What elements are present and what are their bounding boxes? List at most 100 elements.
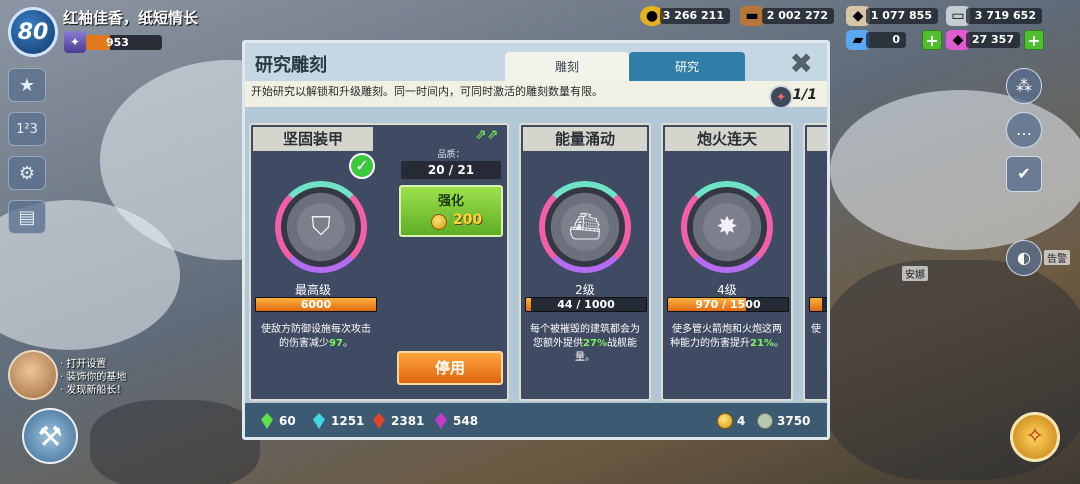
shield-icon: ⛉ [297,203,345,251]
sculpture-description: 每个被摧毁的建筑都会为 您额外提供27%战舰能 量。 [527,323,643,365]
news-button[interactable]: ▤ [8,200,46,234]
map-label: 安娜 [902,266,928,281]
headquarters-button[interactable]: ◐ [1006,240,1042,276]
cyan-crystal-count: 1251 [331,414,365,428]
desc-highlight: 21% [750,338,774,349]
cyan-crystal-icon [313,413,325,429]
advisor-avatar[interactable] [8,350,58,400]
sculpture-card-selected[interactable]: 坚固装甲 ✓ ⛉ 最高级 6000 使敌方防御设施每次攻击 的伤害减少97。 ⇗… [249,123,509,401]
sculpture-name: 炮火连天 [665,127,789,151]
enhance-button[interactable]: 强化 200 [399,185,503,237]
research-sculpture-dialog: 研究雕刻 雕刻 研究 ✖ 开始研究以解锁和升级雕刻。同一时间内，可同时激活的雕刻… [242,40,830,440]
red-crystal-icon [373,413,385,429]
sculpture-card[interactable]: 能量涌动 ⛴ 2级 44 / 1000 每个被摧毁的建筑都会为 您额外提供27%… [519,123,651,401]
star-icon: ★ [18,74,36,96]
tab-sculpture[interactable]: 雕刻 [505,52,629,81]
resource-footer: 60 1251 2381 548 4 3750 [245,403,827,437]
power-stone-count: 3750 [777,414,811,428]
desc-line: 每个被摧毁的建筑都会为 [530,324,640,335]
gold-coin-icon [431,214,447,230]
purple-crystal-icon [435,413,447,429]
sculpture-description: 使多管火箭炮和火炮这两 种能力的伤害提升21%。 [669,323,785,351]
newspaper-icon: ▤ [18,206,36,228]
sculpture-description: 使敌方防御设施每次攻击 的伤害减少97。 [257,323,375,351]
map-label: 告警 [1044,250,1070,265]
progress-text: 970 / 1500 [695,298,761,311]
gold-amount: 3 266 211 [660,8,730,24]
player-name: 红袖佳香，纸短情长 [63,9,199,27]
clipboard-icon: ✔ [1017,164,1031,183]
desc-line: 使多管火箭炮和火炮这两 [672,324,782,335]
battleship-icon: ⛴ [561,203,609,251]
rank-icon[interactable]: ✦ [64,31,86,53]
settings-button[interactable]: ⚙ [8,156,46,190]
trophy-counter: 953 [86,35,162,50]
tip-item: · 装饰你的基地 [60,372,127,383]
disable-button[interactable]: 停用 [397,351,503,385]
tips-list: · 打开设置 · 装饰你的基地 · 发现新船长！ [60,358,126,397]
sculpture-progress [809,297,827,312]
stone-amount: 1 077 855 [866,8,938,24]
helmet-icon: ◐ [1017,248,1031,267]
desc-highlight: 97 [329,338,343,349]
social-button[interactable]: ⁂ [1006,68,1042,104]
ticket-amount: 0 [866,32,906,48]
desc-text: 您额外提供 [533,338,584,349]
ranking-icon: 1²3 [16,121,38,137]
desc-highlight: 27% [583,338,607,349]
sculpture-statue: ✸ [681,181,773,273]
close-icon: ✖ [789,47,813,80]
sculpture-level: 最高级 [294,283,331,297]
desc-text: 种能力的伤害提升 [670,338,751,349]
chat-icon: … [1016,120,1032,139]
leaderboard-button[interactable]: ★ [8,68,46,102]
sculpture-name: 能量涌动 [523,127,647,151]
checkmark-icon: ✓ [349,153,375,179]
desc-text: 战舰能 [606,338,637,349]
ranking-button[interactable]: 1²3 [8,112,46,146]
active-slot-count: 1/1 [792,87,817,103]
desc-line: 您额外提供27%战舰能 [527,337,643,351]
sculpture-card[interactable]: 使 [803,123,827,401]
tip-item: · 发现新船长！ [60,385,127,396]
quality-label: 品质： [437,150,465,160]
map-compass-button[interactable]: ✧ [1010,412,1060,462]
sculpture-level: 2级 [575,283,595,297]
dialog-header: 研究雕刻 雕刻 研究 ✖ [245,43,827,81]
snow-hill [830,90,1080,250]
tip-item: · 打开设置 [60,359,107,370]
desc-line: 使敌方防御设施每次攻击 [261,324,371,335]
gold-coin-count: 4 [737,414,746,428]
desc-text: 的伤害减少 [279,338,330,349]
tab-research[interactable]: 研究 [629,52,745,81]
quality-value: 20 / 21 [401,161,501,179]
diamond-amount: 27 357 [966,32,1020,48]
sculpture-name: 坚固装甲 [253,127,373,151]
sculpture-name [807,127,827,151]
sculpture-card[interactable]: 炮火连天 ✸ 4级 970 / 1500 使多管火箭炮和火炮这两 种能力的伤害提… [661,123,793,401]
upgrade-arrows-icon: ⇗⇗ [475,127,499,143]
compass-icon: ✧ [1025,424,1045,449]
chat-button[interactable]: … [1006,112,1042,148]
enhance-label: 强化 [437,194,464,209]
add-diamonds-button[interactable]: + [1024,30,1044,50]
red-crystal-count: 2381 [391,414,425,428]
desc-line: 种能力的伤害提升21%。 [669,337,785,351]
wood-icon: ▬ [740,6,764,26]
player-level-badge[interactable]: 80 [8,7,58,57]
green-crystal-icon [261,413,273,429]
network-icon: ⁂ [1016,76,1032,95]
build-button[interactable]: ⚒ [22,408,78,464]
progress-fill [810,298,822,311]
base-structures [90,400,260,484]
sculpture-list[interactable]: 坚固装甲 ✓ ⛉ 最高级 6000 使敌方防御设施每次攻击 的伤害减少97。 ⇗… [245,107,827,409]
close-button[interactable]: ✖ [790,47,813,80]
dialog-title: 研究雕刻 [255,55,327,76]
tasks-button[interactable]: ✔ [1006,156,1042,192]
sculpture-progress: 970 / 1500 [667,297,789,312]
add-tickets-button[interactable]: + [922,30,942,50]
gold-coin-icon [717,413,733,429]
trophy-value: 953 [106,36,129,49]
purple-crystal-count: 548 [453,414,479,428]
gear-icon: ⚙ [18,162,36,184]
